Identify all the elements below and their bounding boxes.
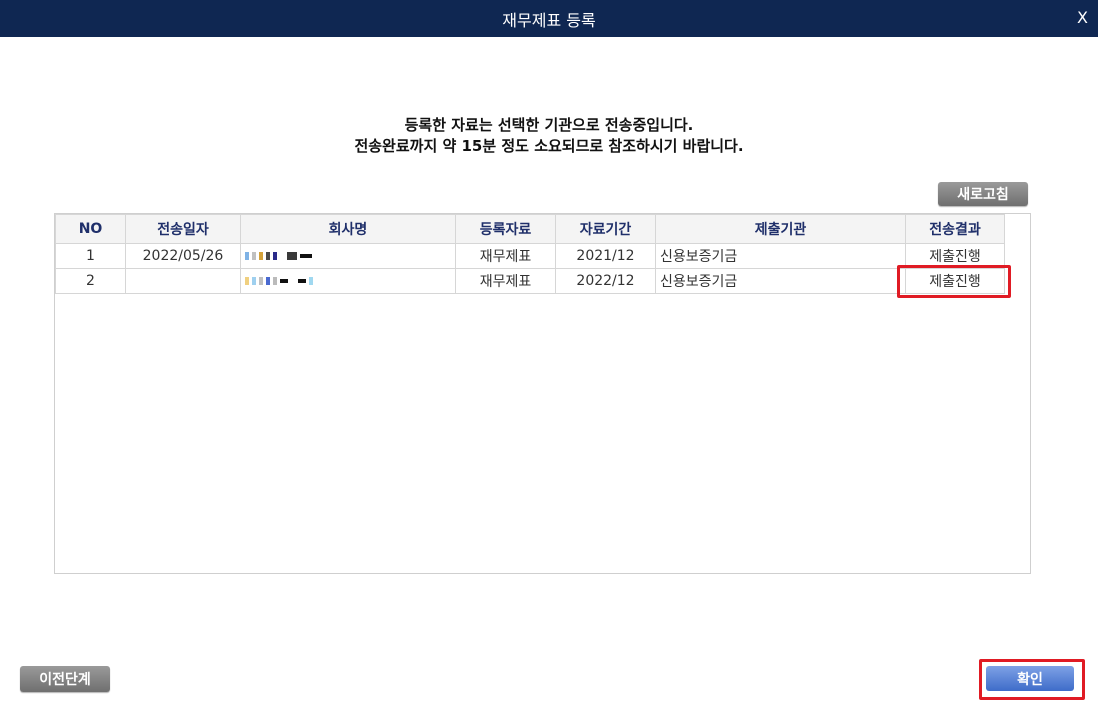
cell-date [125,268,241,294]
status-message: 등록한 자료는 선택한 기관으로 전송중입니다. 전송완료까지 약 15분 정도… [0,115,1098,157]
table-row[interactable]: 2 재무제표 2022/12 신용보증기금 제출진행 [55,268,1005,294]
window-title: 재무제표 등록 [502,10,596,30]
cell-date: 2022/05/26 [125,243,241,269]
cell-agency: 신용보증기금 [655,268,906,294]
cell-company-redacted [240,243,456,269]
redacted-company-name [245,277,313,285]
col-header-date: 전송일자 [125,214,241,244]
cell-period: 2021/12 [555,243,656,269]
table-header-row: NO 전송일자 회사명 등록자료 자료기간 제출기관 전송결과 [55,214,1005,244]
title-bar: 재무제표 등록 X [0,0,1098,37]
cell-doc: 재무제표 [455,243,556,269]
col-header-company: 회사명 [240,214,456,244]
cell-doc: 재무제표 [455,268,556,294]
message-line-1: 등록한 자료는 선택한 기관으로 전송중입니다. [404,116,694,134]
close-icon[interactable]: X [1077,8,1088,27]
cell-company-redacted [240,268,456,294]
previous-step-button[interactable]: 이전단계 [20,666,110,692]
col-header-no: NO [55,214,126,244]
cell-result: 제출진행 [905,243,1005,269]
transmission-table: NO 전송일자 회사명 등록자료 자료기간 제출기관 전송결과 1 2022/0… [54,213,1031,574]
redacted-company-name [245,252,312,260]
table-row[interactable]: 1 2022/05/26 재무제표 2021/12 신용보증기금 제출진행 [55,243,1005,269]
refresh-button[interactable]: 새로고침 [938,182,1028,206]
col-header-agency: 제출기관 [655,214,906,244]
cell-period: 2022/12 [555,268,656,294]
col-header-period: 자료기간 [555,214,656,244]
cell-no: 2 [55,268,126,294]
confirm-button[interactable]: 확인 [986,666,1074,691]
message-line-2: 전송완료까지 약 15분 정도 소요되므로 참조하시기 바랍니다. [354,137,744,155]
cell-result: 제출진행 [905,268,1005,294]
col-header-result: 전송결과 [905,214,1005,244]
col-header-doc: 등록자료 [455,214,556,244]
cell-agency: 신용보증기금 [655,243,906,269]
cell-no: 1 [55,243,126,269]
